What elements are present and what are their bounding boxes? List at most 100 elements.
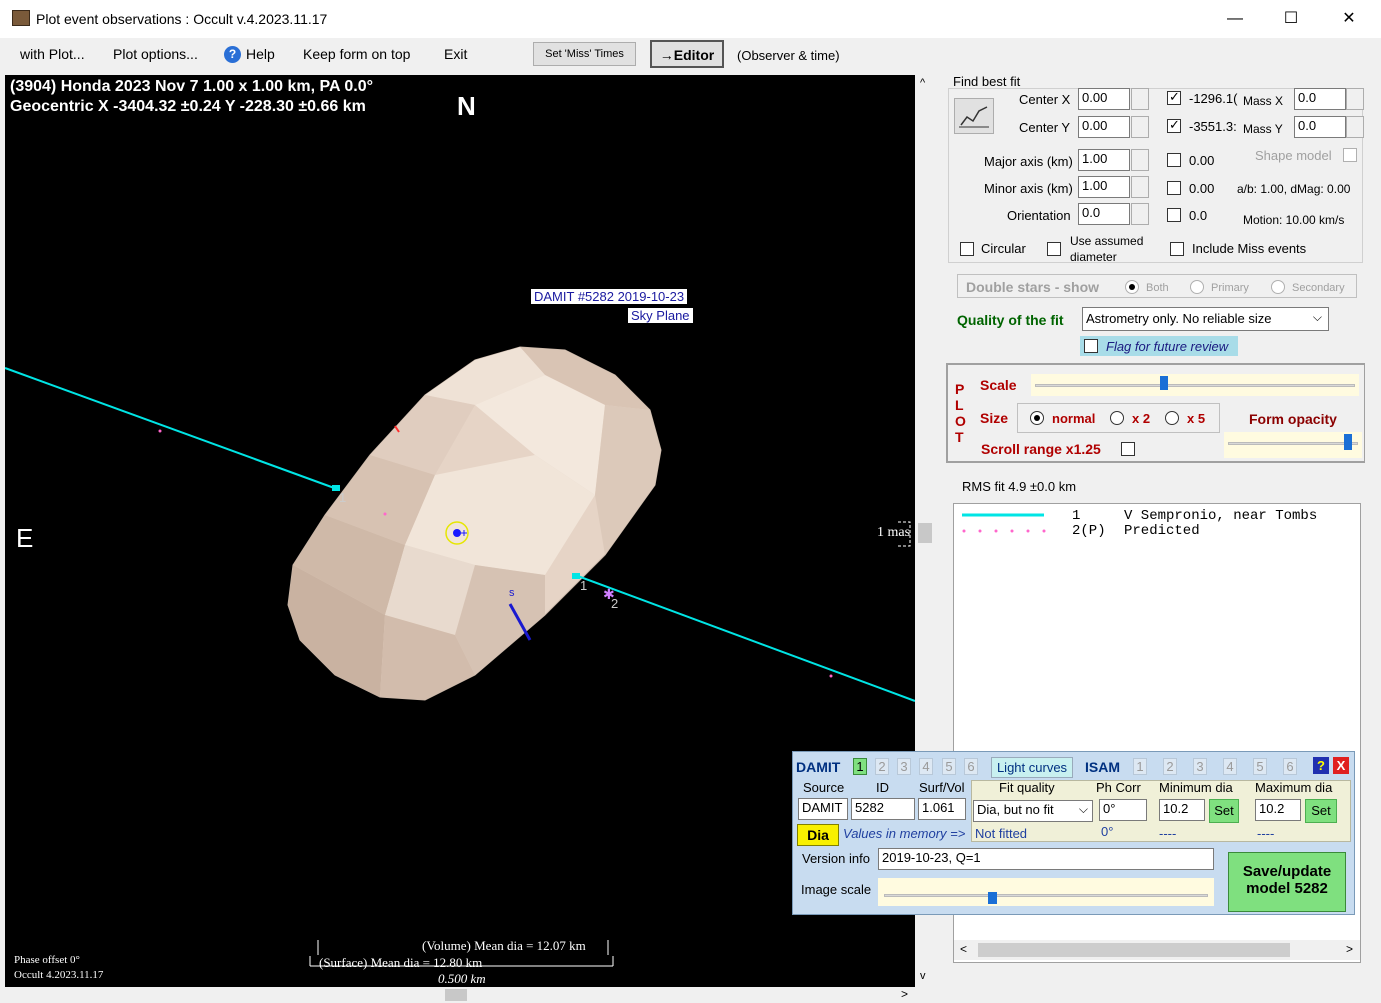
- predicted-swatch: [962, 529, 1046, 533]
- damit-tab-1[interactable]: 1: [853, 758, 867, 775]
- damit-tab-6[interactable]: 6: [964, 758, 978, 775]
- image-scale-thumb[interactable]: [987, 892, 997, 904]
- center-y-fit-checkbox[interactable]: [1167, 117, 1181, 133]
- mass-x-spinner[interactable]: [1346, 88, 1364, 110]
- best-fit-button[interactable]: [954, 98, 994, 134]
- orientation-spinner[interactable]: [1131, 203, 1149, 225]
- set-miss-times-button[interactable]: Set 'Miss' Times: [533, 42, 636, 66]
- quality-label: Quality of the fit: [957, 312, 1064, 328]
- mass-y-input[interactable]: 0.0: [1294, 116, 1346, 138]
- max-dia-field[interactable]: 10.2: [1255, 799, 1301, 821]
- primary-radio[interactable]: [1190, 280, 1204, 294]
- plot-canvas[interactable]: (3904) Honda 2023 Nov 7 1.00 x 1.00 km, …: [5, 75, 915, 987]
- center-x-input[interactable]: 0.00: [1078, 88, 1130, 110]
- double-stars-label: Double stars - show: [966, 279, 1100, 295]
- id-field[interactable]: 5282: [851, 798, 915, 820]
- legend-hscroll-thumb[interactable]: [978, 943, 1290, 957]
- center-x-spinner[interactable]: [1131, 88, 1149, 110]
- damit-help-button[interactable]: ?: [1313, 757, 1329, 774]
- orientation-input[interactable]: 0.0: [1078, 203, 1130, 225]
- help-icon[interactable]: ?: [224, 46, 241, 63]
- major-axis-fit-checkbox[interactable]: [1167, 153, 1181, 167]
- min-dia-set-button[interactable]: Set: [1209, 799, 1239, 823]
- center-x-fit-checkbox[interactable]: [1167, 89, 1181, 105]
- chord-end-marker: [572, 573, 580, 579]
- scroll-range-label: Scroll range x1.25: [981, 441, 1101, 457]
- predicted-point: [383, 512, 387, 516]
- orientation-fit-checkbox[interactable]: [1167, 208, 1181, 222]
- damit-close-button[interactable]: X: [1333, 757, 1349, 774]
- secondary-radio[interactable]: [1271, 280, 1285, 294]
- quality-dropdown[interactable]: Astrometry only. No reliable size ⌵: [1082, 307, 1329, 331]
- center-dot: [453, 529, 461, 537]
- plot-vscroll-thumb[interactable]: [918, 523, 932, 543]
- max-dia-set-button[interactable]: Set: [1305, 799, 1337, 823]
- mass-x-input[interactable]: 0.0: [1294, 88, 1346, 110]
- fit-quality-dropdown[interactable]: Dia, but no fit ⌵: [973, 800, 1093, 822]
- isam-tab-4[interactable]: 4: [1223, 758, 1237, 775]
- observed-chord-left: [5, 367, 338, 490]
- surf-vol-field[interactable]: 1.061: [918, 798, 966, 820]
- scroll-range-checkbox[interactable]: [1121, 442, 1135, 456]
- maximize-button[interactable]: ☐: [1268, 4, 1314, 34]
- menu-exit[interactable]: Exit: [444, 46, 467, 62]
- damit-tab-5[interactable]: 5: [942, 758, 956, 775]
- editor-button[interactable]: →Editor: [650, 40, 724, 68]
- minimize-button[interactable]: —: [1212, 4, 1258, 34]
- version-info-field[interactable]: 2019-10-23, Q=1: [878, 848, 1214, 870]
- opacity-slider-thumb[interactable]: [1343, 434, 1352, 450]
- minor-axis-spinner[interactable]: [1131, 176, 1149, 198]
- size-normal-radio[interactable]: [1030, 411, 1044, 425]
- close-button[interactable]: ✕: [1326, 4, 1372, 34]
- isam-tab-6[interactable]: 6: [1283, 758, 1297, 775]
- chevron-down-icon: ⌵: [1312, 310, 1322, 324]
- major-axis-spinner[interactable]: [1131, 149, 1149, 171]
- isam-tab-3[interactable]: 3: [1193, 758, 1207, 775]
- use-assumed-checkbox[interactable]: [1047, 242, 1061, 256]
- min-dia-field[interactable]: 10.2: [1159, 799, 1205, 821]
- isam-tab-5[interactable]: 5: [1253, 758, 1267, 775]
- image-scale-slider[interactable]: [878, 878, 1214, 906]
- isam-tab-2[interactable]: 2: [1163, 758, 1177, 775]
- right-vertical-scrollbar[interactable]: [1365, 38, 1381, 1003]
- minor-axis-fit-checkbox[interactable]: [1167, 181, 1181, 195]
- include-miss-checkbox[interactable]: [1170, 242, 1184, 256]
- observer-time-label[interactable]: (Observer & time): [737, 48, 840, 63]
- light-curves-button[interactable]: Light curves: [991, 757, 1073, 778]
- major-axis-input[interactable]: 1.00: [1078, 149, 1130, 171]
- menu-plot-options[interactable]: Plot options...: [113, 46, 198, 62]
- ph-corr-field[interactable]: 0°: [1099, 799, 1147, 821]
- menu-help[interactable]: Help: [246, 46, 275, 62]
- shape-model-checkbox[interactable]: [1343, 148, 1357, 162]
- damit-tab-2[interactable]: 2: [875, 758, 889, 775]
- both-radio[interactable]: [1125, 280, 1139, 294]
- major-axis-fit-value: 0.00: [1189, 153, 1215, 168]
- dia-button[interactable]: Dia: [797, 824, 839, 846]
- minor-axis-input[interactable]: 1.00: [1078, 176, 1130, 198]
- chord1-label-right: 1: [580, 578, 588, 593]
- minor-axis-fit-value: 0.00: [1189, 181, 1215, 196]
- size-x5-radio[interactable]: [1165, 411, 1179, 425]
- save-update-button[interactable]: Save/update model 5282: [1228, 852, 1346, 912]
- occult-version-label: Occult 4.2023.11.17: [14, 969, 104, 981]
- circular-checkbox[interactable]: [960, 242, 974, 256]
- legend-swatches: [962, 513, 1046, 533]
- form-opacity-slider[interactable]: [1224, 432, 1362, 458]
- menu-keep-on-top[interactable]: Keep form on top: [303, 46, 410, 62]
- plot-horizontal-scrollbar[interactable]: >: [5, 987, 915, 1003]
- center-y-input[interactable]: 0.00: [1078, 116, 1130, 138]
- scale-slider-thumb[interactable]: [1159, 376, 1168, 390]
- plot-hscroll-thumb[interactable]: [445, 989, 467, 1001]
- flag-review-checkbox[interactable]: [1084, 339, 1098, 353]
- center-y-spinner[interactable]: [1131, 116, 1149, 138]
- menu-with-plot[interactable]: with Plot...: [20, 46, 85, 62]
- scale-slider[interactable]: [1031, 374, 1359, 396]
- mass-y-spinner[interactable]: [1346, 116, 1364, 138]
- damit-tab-4[interactable]: 4: [919, 758, 933, 775]
- center-y-value: -3551.3:: [1189, 119, 1237, 134]
- isam-tab-1[interactable]: 1: [1133, 758, 1147, 775]
- source-field[interactable]: DAMIT: [798, 798, 848, 820]
- damit-tab-3[interactable]: 3: [897, 758, 911, 775]
- legend-hscrollbar[interactable]: < >: [954, 940, 1360, 960]
- size-x2-radio[interactable]: [1110, 411, 1124, 425]
